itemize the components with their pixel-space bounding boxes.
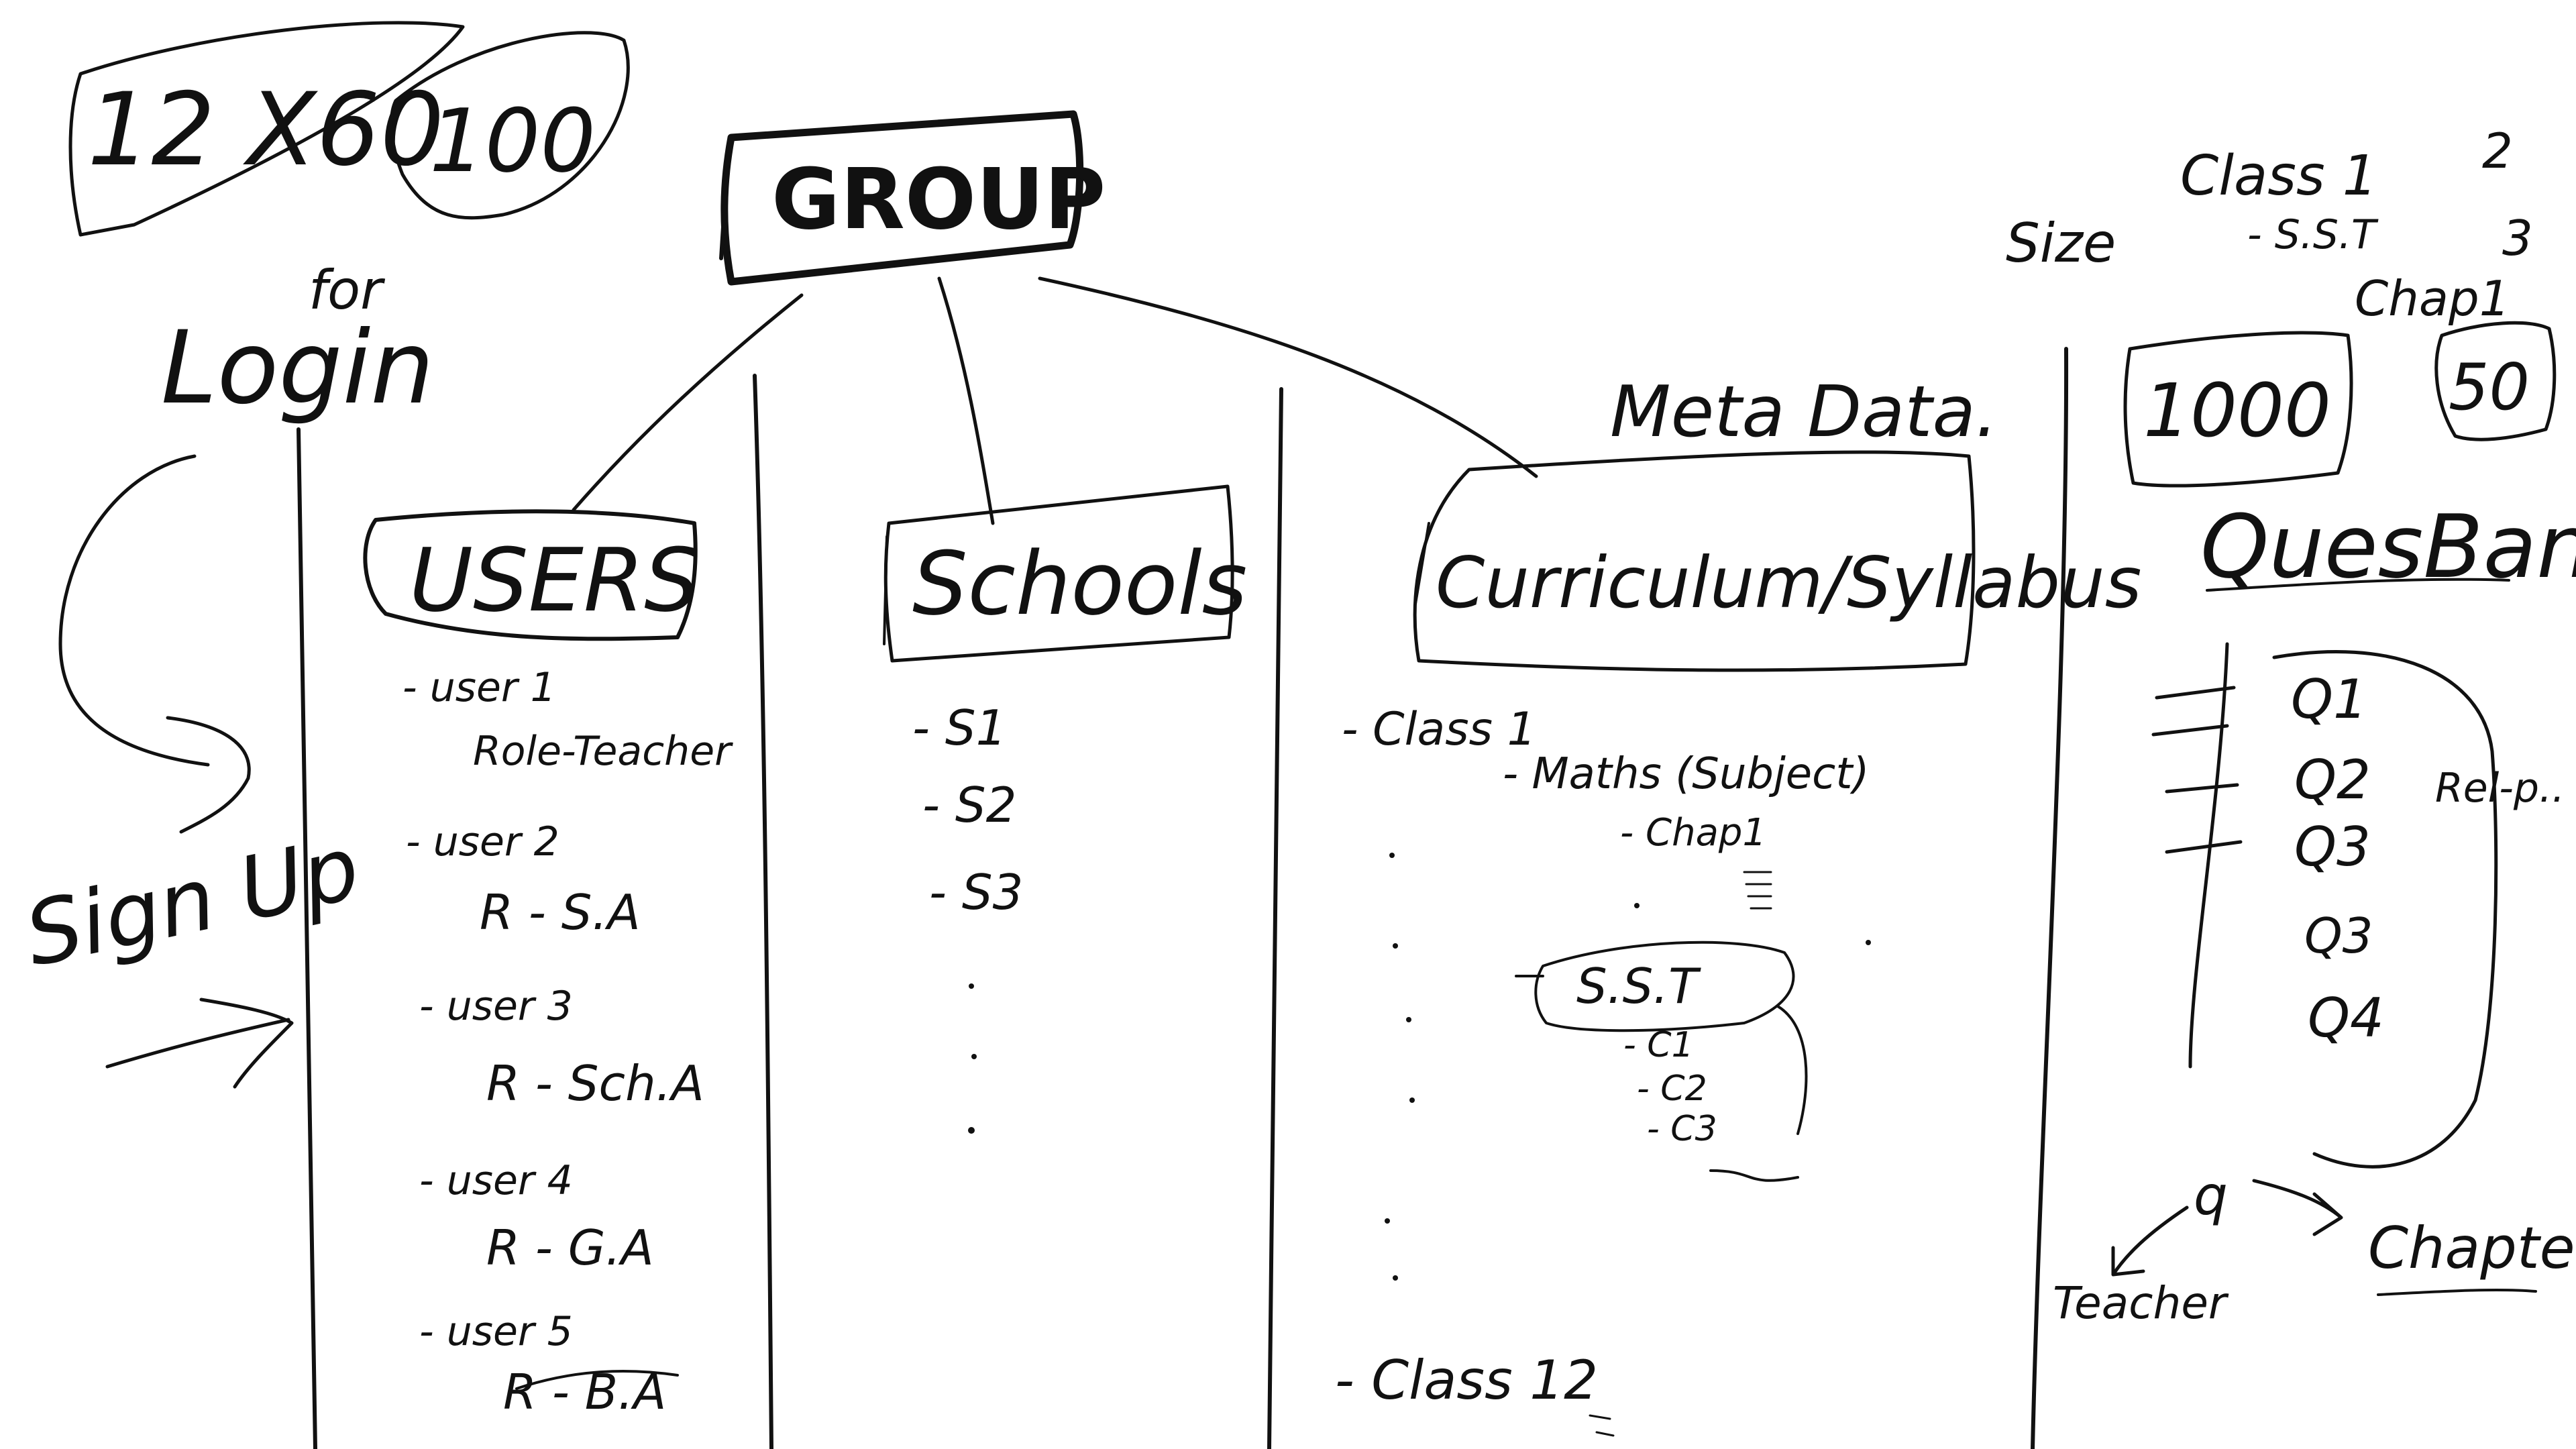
users-item-name: - user 4	[419, 1157, 573, 1204]
users-item-name: - user 1	[402, 664, 556, 711]
continuation-dot	[1393, 943, 1398, 949]
continuation-dot	[969, 983, 974, 989]
login-extra-text: for	[309, 259, 386, 321]
quesbank-item: Q3	[2294, 816, 2371, 878]
users-item-role: R - S.A	[480, 884, 641, 941]
number-two-note: 2	[2482, 123, 2513, 179]
users-item-name: - user 2	[406, 818, 559, 865]
number-three-note: 3	[2502, 210, 2533, 266]
users-item-name: - user 3	[419, 983, 573, 1030]
curriculum-sst-item: - C2	[1637, 1069, 1707, 1109]
class1-note: Class 1	[2180, 144, 2377, 208]
quesbank-item: Q4	[2308, 987, 2384, 1049]
users-item-role: R - G.A	[486, 1220, 654, 1276]
column-divider-1	[297, 427, 317, 1449]
count-b-text: 100	[429, 90, 596, 192]
continuation-dot	[1406, 1017, 1411, 1022]
sst-note: - S.S.T	[2247, 211, 2379, 258]
quesbank-left-label: Teacher	[2053, 1277, 2229, 1329]
size-note: Size	[2006, 212, 2116, 274]
count-c-text: 1000	[2143, 368, 2331, 453]
quesbank-title: QuesBank	[2200, 496, 2576, 598]
count-bubble-left: 12 X60	[68, 21, 465, 237]
curriculum-sst-item: - C1	[1623, 1025, 1694, 1065]
arrow-to-chapter	[2252, 1179, 2343, 1236]
quesbank-item: Q2	[2294, 749, 2371, 811]
continuation-dot	[1385, 1218, 1390, 1224]
count-d-text: 50	[2449, 351, 2530, 425]
continuation-dot	[1389, 853, 1395, 858]
curriculum-sst-item: - C3	[1647, 1109, 1717, 1149]
continuation-dot	[971, 1054, 977, 1059]
arrow-to-teacher	[2111, 1205, 2189, 1277]
column-divider-2	[753, 374, 773, 1449]
users-title: USERS	[409, 529, 700, 631]
continuation-dot	[968, 1127, 975, 1134]
users-column: USERS - user 1 Role-Teacher - user 2 R -…	[363, 509, 733, 1420]
schools-column: Schools - S1 - S2 - S3	[883, 484, 1247, 1134]
continuation-dot	[1393, 1275, 1398, 1281]
whiteboard-canvas: 12 X60 100 Login for Sign Up GROUP USERS…	[17, 21, 2576, 1449]
signup-arrow	[105, 998, 294, 1089]
schools-item: - S2	[922, 777, 1016, 833]
connector-users	[572, 293, 804, 512]
curriculum-column: Curriculum/Syllabus - Class 1 - Maths (S…	[1335, 450, 2141, 1437]
quesbank-q-mark: q	[2194, 1165, 2228, 1227]
curriculum-sst: S.S.T	[1576, 958, 1701, 1014]
users-item-role: Role-Teacher	[473, 728, 733, 775]
chap1-note: Chap1	[2355, 270, 2510, 327]
signup-text: Sign Up	[17, 816, 368, 986]
quesbank-item: Q1	[2291, 668, 2367, 731]
count-1000-box: 1000	[2123, 331, 2353, 488]
schools-item: - S1	[912, 700, 1006, 756]
schools-title: Schools	[912, 533, 1247, 635]
continuation-dot	[1634, 903, 1640, 908]
count-50-box: 50	[2434, 321, 2557, 441]
quesbank-item: Q3	[2304, 908, 2373, 964]
curriculum-title: Curriculum/Syllabus	[1436, 542, 2141, 624]
users-item-role: R - Sch.A	[486, 1055, 704, 1112]
curriculum-class-first: - Class 1	[1342, 703, 1536, 756]
chapter-hatch-mark	[1743, 871, 1772, 910]
login-text: Login	[161, 310, 434, 427]
connector-curriculum	[1038, 276, 1538, 478]
connector-schools	[937, 276, 995, 525]
group-node: GROUP	[719, 110, 1106, 286]
quesbank-side-note: Rel-p..	[2435, 765, 2565, 812]
quesbank-dashes	[2151, 686, 2243, 854]
meta-data-label: Meta Data.	[1610, 371, 1998, 453]
curriculum-chapter: - Chap1	[1620, 811, 1766, 855]
quesbank-right-label: Chapter	[2368, 1215, 2576, 1282]
group-label: GROUP	[771, 151, 1106, 248]
continuation-dot	[1409, 1097, 1415, 1103]
schools-item: - S3	[929, 864, 1023, 920]
users-item-name: - user 5	[419, 1308, 573, 1355]
curriculum-class-last: - Class 12	[1335, 1349, 1598, 1411]
sst-bracket	[1776, 1005, 1808, 1135]
continuation-dot	[1866, 940, 1871, 945]
signup-curved-arrow	[58, 454, 251, 834]
column-divider-3	[1267, 387, 1283, 1449]
curriculum-subject: - Maths (Subject)	[1503, 749, 1869, 799]
